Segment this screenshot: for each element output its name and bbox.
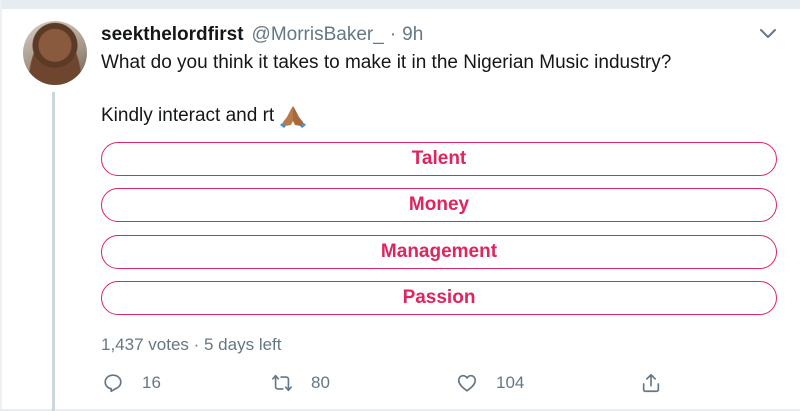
- poll-option-label: Money: [408, 194, 470, 215]
- reply-count: 16: [142, 373, 161, 392]
- avatar[interactable]: [23, 21, 87, 85]
- like-count: 104: [496, 373, 525, 392]
- share-icon: [642, 373, 660, 393]
- chevron-down-icon[interactable]: [758, 26, 778, 42]
- separator-dot: ·: [389, 24, 397, 45]
- frame-top-border: [0, 0, 800, 9]
- poll-option-label: Management: [380, 241, 498, 262]
- user-handle[interactable]: @MorrisBaker_: [252, 24, 384, 46]
- poll-option-money[interactable]: Money: [101, 188, 777, 222]
- tweet-text-line-2: Kindly interact and rt: [101, 104, 307, 128]
- share-button[interactable]: [640, 371, 662, 395]
- tweet-header: seekthelordfirst @MorrisBaker_ · 9h: [101, 24, 423, 48]
- poll-option-label: Passion: [402, 287, 476, 308]
- poll-option-passion[interactable]: Passion: [101, 281, 777, 315]
- reply-icon: [104, 374, 122, 393]
- tweet-timestamp[interactable]: 9h: [402, 24, 423, 46]
- poll-option-talent[interactable]: Talent: [101, 142, 777, 176]
- poll-meta: 1,437 votes · 5 days left: [101, 335, 282, 354]
- poll-option-label: Talent: [411, 148, 467, 169]
- tweet-text-line-1: What do you think it takes to make it in…: [101, 52, 672, 73]
- retweet-icon: [272, 374, 292, 392]
- tweet-text-content: Kindly interact and rt: [101, 105, 275, 126]
- poll-option-management[interactable]: Management: [101, 235, 777, 269]
- like-icon: [457, 374, 477, 392]
- display-name[interactable]: seekthelordfirst: [101, 24, 244, 46]
- retweet-count: 80: [311, 373, 330, 392]
- like-button[interactable]: 104: [456, 371, 524, 395]
- reply-button[interactable]: 16: [102, 371, 161, 395]
- folded-hands-icon: [280, 106, 307, 128]
- thread-line: [52, 92, 55, 411]
- retweet-button[interactable]: 80: [271, 371, 330, 395]
- frame-left-border: [0, 0, 2, 411]
